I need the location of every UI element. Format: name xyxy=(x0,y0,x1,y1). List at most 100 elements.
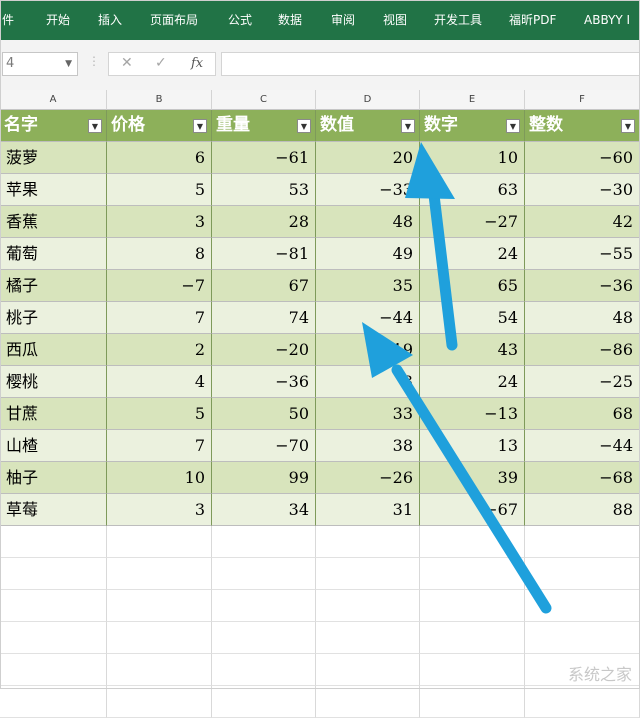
empty-cell[interactable] xyxy=(0,590,107,622)
number-cell[interactable]: 99 xyxy=(212,462,316,494)
number-cell[interactable]: 31 xyxy=(316,494,420,526)
number-cell[interactable]: 10 xyxy=(420,142,525,174)
name-cell[interactable]: 山楂 xyxy=(0,430,107,462)
empty-cell[interactable] xyxy=(0,686,107,718)
empty-cell[interactable] xyxy=(107,686,212,718)
header-cell[interactable]: 重量 ▼ xyxy=(212,110,316,142)
empty-cell[interactable] xyxy=(107,558,212,590)
name-cell[interactable]: 菠萝 xyxy=(0,142,107,174)
insert-function-icon[interactable]: fx xyxy=(191,56,203,71)
header-cell[interactable]: 数值 ▼ xyxy=(316,110,420,142)
name-cell[interactable]: 橘子 xyxy=(0,270,107,302)
name-cell[interactable]: 柚子 xyxy=(0,462,107,494)
number-cell[interactable]: −60 xyxy=(525,142,640,174)
number-cell[interactable]: −44 xyxy=(525,430,640,462)
number-cell[interactable]: 48 xyxy=(525,302,640,334)
chevron-down-icon[interactable]: ▼ xyxy=(65,53,72,75)
ribbon-tab[interactable]: 视图 xyxy=(383,10,407,30)
number-cell[interactable]: 3 xyxy=(316,366,420,398)
number-cell[interactable]: 54 xyxy=(420,302,525,334)
number-cell[interactable]: −27 xyxy=(420,206,525,238)
name-cell[interactable]: 甘蔗 xyxy=(0,398,107,430)
ribbon-tab[interactable]: 开始 xyxy=(46,10,70,30)
empty-cell[interactable] xyxy=(212,558,316,590)
number-cell[interactable]: 24 xyxy=(420,238,525,270)
column-header[interactable]: F xyxy=(525,90,640,110)
empty-cell[interactable] xyxy=(212,654,316,686)
empty-cell[interactable] xyxy=(525,526,640,558)
ribbon-tab[interactable]: 件 xyxy=(2,10,14,30)
empty-cell[interactable] xyxy=(107,590,212,622)
number-cell[interactable]: 13 xyxy=(420,430,525,462)
number-cell[interactable]: −36 xyxy=(212,366,316,398)
ribbon-tab[interactable]: 审阅 xyxy=(331,10,355,30)
empty-cell[interactable] xyxy=(420,654,525,686)
cancel-icon[interactable]: ✕ xyxy=(121,55,133,71)
formula-input[interactable] xyxy=(221,52,640,76)
number-cell[interactable]: 24 xyxy=(420,366,525,398)
number-cell[interactable]: 34 xyxy=(212,494,316,526)
empty-cell[interactable] xyxy=(107,622,212,654)
filter-dropdown-icon[interactable]: ▼ xyxy=(621,119,635,133)
empty-cell[interactable] xyxy=(525,686,640,718)
number-cell[interactable]: 6 xyxy=(107,142,212,174)
header-cell[interactable]: 名字 ▼ xyxy=(0,110,107,142)
empty-cell[interactable] xyxy=(316,590,420,622)
ribbon-tab[interactable]: 公式 xyxy=(228,10,252,30)
column-header[interactable]: A xyxy=(0,90,107,110)
number-cell[interactable]: −68 xyxy=(525,462,640,494)
filter-dropdown-icon[interactable]: ▼ xyxy=(401,119,415,133)
number-cell[interactable]: −30 xyxy=(525,174,640,206)
number-cell[interactable]: 4 xyxy=(107,366,212,398)
number-cell[interactable]: 3 xyxy=(107,494,212,526)
filter-dropdown-icon[interactable]: ▼ xyxy=(193,119,207,133)
number-cell[interactable]: −36 xyxy=(525,270,640,302)
header-cell[interactable]: 整数 ▼ xyxy=(525,110,640,142)
number-cell[interactable]: −26 xyxy=(316,462,420,494)
filter-dropdown-icon[interactable]: ▼ xyxy=(88,119,102,133)
ribbon-tab[interactable]: 插入 xyxy=(98,10,122,30)
number-cell[interactable]: 28 xyxy=(212,206,316,238)
number-cell[interactable]: −55 xyxy=(525,238,640,270)
empty-cell[interactable] xyxy=(420,558,525,590)
number-cell[interactable]: 68 xyxy=(525,398,640,430)
ribbon-tab[interactable]: 福昕PDF xyxy=(509,10,556,30)
number-cell[interactable]: −86 xyxy=(525,334,640,366)
column-header[interactable]: E xyxy=(420,90,525,110)
name-cell[interactable]: 苹果 xyxy=(0,174,107,206)
number-cell[interactable]: 5 xyxy=(107,398,212,430)
empty-cell[interactable] xyxy=(0,654,107,686)
number-cell[interactable]: 49 xyxy=(316,238,420,270)
number-cell[interactable]: 42 xyxy=(525,206,640,238)
column-header[interactable]: B xyxy=(107,90,212,110)
number-cell[interactable]: 88 xyxy=(525,494,640,526)
header-cell[interactable]: 价格 ▼ xyxy=(107,110,212,142)
enter-icon[interactable]: ✓ xyxy=(155,55,167,71)
name-cell[interactable]: 樱桃 xyxy=(0,366,107,398)
ribbon-tab[interactable]: ABBYY I xyxy=(584,10,630,30)
column-header[interactable]: C xyxy=(212,90,316,110)
number-cell[interactable]: 38 xyxy=(316,430,420,462)
empty-cell[interactable] xyxy=(316,558,420,590)
empty-cell[interactable] xyxy=(420,686,525,718)
number-cell[interactable]: −61 xyxy=(212,142,316,174)
empty-cell[interactable] xyxy=(107,654,212,686)
number-cell[interactable]: 20 xyxy=(316,142,420,174)
empty-cell[interactable] xyxy=(420,622,525,654)
empty-cell[interactable] xyxy=(0,558,107,590)
number-cell[interactable]: 67 xyxy=(212,270,316,302)
empty-cell[interactable] xyxy=(525,558,640,590)
empty-cell[interactable] xyxy=(212,590,316,622)
number-cell[interactable]: −44 xyxy=(316,302,420,334)
number-cell[interactable]: 8 xyxy=(107,238,212,270)
number-cell[interactable]: 7 xyxy=(107,430,212,462)
empty-cell[interactable] xyxy=(107,526,212,558)
number-cell[interactable]: 5 xyxy=(107,174,212,206)
column-header[interactable]: D xyxy=(316,90,420,110)
ribbon-tab[interactable]: 页面布局 xyxy=(150,10,198,30)
header-cell[interactable]: 数字 ▼ xyxy=(420,110,525,142)
name-cell[interactable]: 西瓜 xyxy=(0,334,107,366)
empty-cell[interactable] xyxy=(212,526,316,558)
name-cell[interactable]: 草莓 xyxy=(0,494,107,526)
number-cell[interactable]: 33 xyxy=(316,398,420,430)
